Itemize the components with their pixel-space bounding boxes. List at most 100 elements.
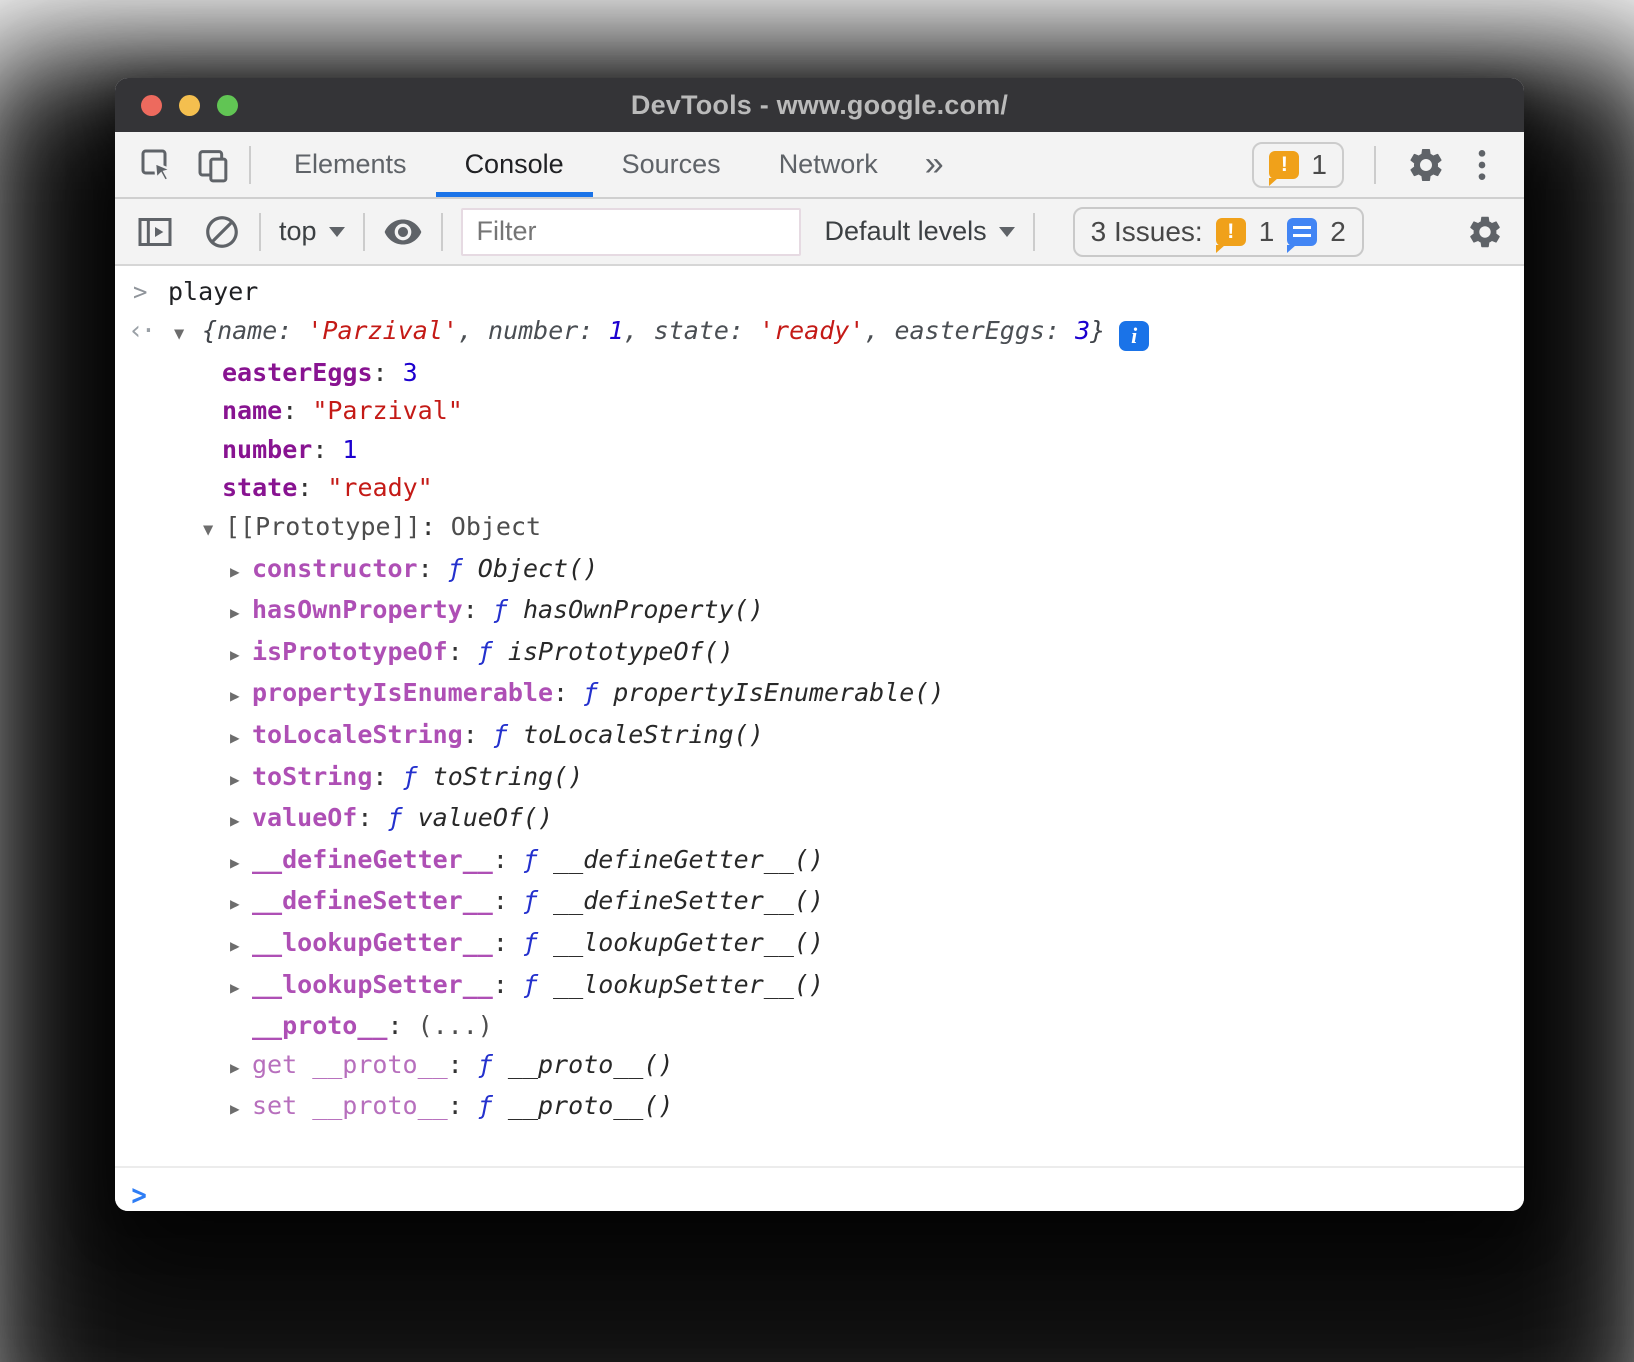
separator: : [387, 1011, 417, 1040]
function-signature: toString() [433, 762, 584, 791]
proto-property-name: __proto__ [252, 1011, 387, 1040]
separator: : [357, 803, 387, 832]
preview-brace: { [202, 316, 217, 345]
tab-console[interactable]: Console [436, 132, 593, 197]
function-italic-f: ƒ [403, 762, 433, 791]
inspect-element-button[interactable] [137, 145, 177, 185]
function-italic-f: ƒ [523, 845, 553, 874]
separator: : [448, 1091, 478, 1120]
separator: : [312, 435, 342, 464]
console-row: ▶hasOwnProperty: ƒ hasOwnProperty() [115, 591, 1524, 633]
inspect-cursor-icon [137, 145, 177, 185]
issues-button[interactable]: 3 Issues: ! 1 2 [1073, 207, 1364, 257]
expand-triangle-icon[interactable]: ▶ [230, 969, 252, 1008]
close-window-button[interactable] [141, 95, 162, 116]
expand-triangle-icon[interactable]: ▶ [230, 719, 252, 758]
tab-sources[interactable]: Sources [593, 132, 750, 197]
message-bubble-icon [1287, 218, 1317, 246]
expand-triangle-icon[interactable]: ▶ [230, 844, 252, 883]
filter-input[interactable] [461, 208, 801, 256]
breaking-count: 1 [1259, 216, 1275, 248]
separator: : [418, 554, 448, 583]
preview-string: 'Parzival' [307, 316, 458, 345]
property-name: state [222, 473, 297, 502]
expand-triangle-icon[interactable]: ▶ [230, 1090, 252, 1129]
expand-triangle-icon[interactable]: ▶ [230, 553, 252, 592]
console-messages: >player‹·▼{name: 'Parzival', number: 1, … [115, 266, 1524, 1129]
console-row: ▶__lookupGetter__: ƒ __lookupGetter__() [115, 924, 1524, 966]
proto-property-name: valueOf [252, 803, 357, 832]
expand-triangle-icon[interactable]: ▶ [230, 761, 252, 800]
collapse-triangle-icon[interactable]: ▼ [174, 315, 202, 354]
string-value: "Parzival" [312, 396, 463, 425]
collapse-triangle-icon[interactable]: ▼ [203, 511, 225, 550]
function-signature: Object() [478, 554, 598, 583]
expand-triangle-icon[interactable]: ▶ [230, 677, 252, 716]
toggle-device-toolbar-button[interactable] [195, 145, 235, 185]
console-settings-button[interactable] [1466, 213, 1504, 251]
devtools-window: DevTools - www.google.com/ Elements [115, 78, 1524, 1211]
separator: : [297, 473, 327, 502]
prompt-chevron-icon: > [131, 1178, 146, 1211]
desktop-background: DevTools - www.google.com/ Elements [0, 0, 1634, 1362]
error-badge-button[interactable]: ! 1 [1252, 142, 1344, 188]
zoom-window-button[interactable] [217, 95, 238, 116]
more-options-button[interactable] [1462, 145, 1502, 185]
show-console-sidebar-button[interactable] [135, 212, 175, 252]
settings-button[interactable] [1406, 145, 1446, 185]
tab-network[interactable]: Network [750, 132, 907, 197]
function-italic-f: ƒ [478, 637, 508, 666]
minimize-window-button[interactable] [179, 95, 200, 116]
context-label: top [279, 216, 317, 247]
divider [441, 213, 443, 251]
accessor-property-name: get __proto__ [252, 1050, 448, 1079]
console-row: ▶toString: ƒ toString() [115, 758, 1524, 800]
log-levels-dropdown[interactable]: Default levels [825, 216, 1015, 247]
proto-property-name: __defineSetter__ [252, 886, 493, 915]
console-prompt[interactable]: > [115, 1166, 1524, 1211]
separator: : [493, 970, 523, 999]
console-row: ▶isPrototypeOf: ƒ isPrototypeOf() [115, 633, 1524, 675]
device-toolbar-icon [195, 145, 235, 185]
console-row: ▶valueOf: ƒ valueOf() [115, 799, 1524, 841]
panel-tabs: Elements Console Sources Network [265, 132, 907, 197]
function-italic-f: ƒ [523, 886, 553, 915]
function-signature: hasOwnProperty() [523, 595, 764, 624]
expand-triangle-icon[interactable]: ▶ [230, 802, 252, 841]
expand-triangle-icon[interactable]: ▶ [230, 885, 252, 924]
console-toolbar: top Default levels 3 Issues: ! 1 2 [115, 199, 1524, 266]
separator: : [448, 637, 478, 666]
proto-property-name: isPrototypeOf [252, 637, 448, 666]
function-signature: __lookupGetter__() [553, 928, 824, 957]
preview-string: 'ready' [759, 316, 864, 345]
separator: : [493, 886, 523, 915]
separator: : [373, 358, 403, 387]
divider [363, 213, 365, 251]
expand-triangle-icon[interactable]: ▶ [230, 594, 252, 633]
console-row: name: "Parzival" [115, 392, 1524, 431]
function-signature: __proto__() [508, 1050, 674, 1079]
function-signature: __defineGetter__() [553, 845, 824, 874]
tab-elements[interactable]: Elements [265, 132, 436, 197]
create-live-expression-button[interactable] [383, 212, 423, 252]
function-italic-f: ƒ [478, 1050, 508, 1079]
expand-triangle-icon[interactable]: ▶ [230, 1049, 252, 1088]
expand-triangle-icon[interactable]: ▶ [230, 636, 252, 675]
window-title: DevTools - www.google.com/ [631, 90, 1008, 121]
preview-number: 3 [1075, 316, 1090, 345]
command-chevron-icon: > [133, 272, 168, 312]
chevron-down-icon [329, 227, 345, 237]
info-icon[interactable]: i [1119, 321, 1149, 351]
more-tabs-icon[interactable]: » [907, 145, 962, 184]
expand-triangle-icon[interactable]: ▶ [230, 927, 252, 966]
javascript-context-selector[interactable]: top [279, 216, 345, 247]
separator: : [463, 595, 493, 624]
clear-console-button[interactable] [203, 213, 241, 251]
function-italic-f: ƒ [448, 554, 478, 583]
proto-property-name: __lookupGetter__ [252, 928, 493, 957]
tab-bar-right-cluster: ! 1 [1252, 142, 1524, 188]
dim-value: [[Prototype]] [225, 512, 421, 541]
preview-separator: , [624, 316, 654, 345]
function-italic-f: ƒ [523, 970, 553, 999]
separator: : [553, 678, 583, 707]
